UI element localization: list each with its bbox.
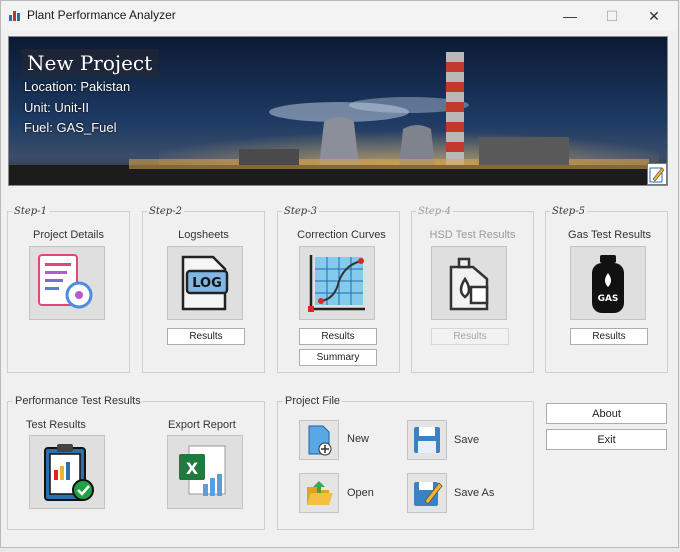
logsheets-results-button[interactable]: Results (167, 328, 245, 345)
step-2-title: Logsheets (178, 229, 229, 241)
correction-summary-button[interactable]: Summary (299, 349, 377, 366)
new-label: New (347, 433, 370, 445)
excel-export-icon: X (179, 445, 226, 496)
save-label: Save (454, 434, 480, 446)
test-results-button[interactable] (29, 435, 105, 509)
main-window: Plant Performance Analyzer — ☐ ✕ New Pro… (0, 0, 679, 548)
test-results-label: Test Results (26, 419, 86, 431)
log-icon-text: LOG (192, 276, 222, 291)
maximize-icon: ☐ (605, 7, 619, 24)
save-disk-icon (414, 427, 440, 453)
project-details-button[interactable] (29, 246, 105, 320)
project-unit: Unit: Unit-II (24, 100, 90, 115)
step-5-label: Step-5 (550, 206, 587, 217)
step-5-title: Gas Test Results (568, 229, 651, 241)
fuel-can-icon (449, 257, 489, 311)
export-report-button[interactable]: X (167, 435, 243, 509)
step-1-title: Project Details (33, 229, 104, 241)
title-bar: Plant Performance Analyzer — ☐ ✕ (1, 1, 678, 31)
performance-group-label: Performance Test Results (13, 395, 143, 407)
step-1-label: Step-1 (12, 206, 49, 217)
step-3-title: Correction Curves (297, 229, 386, 241)
close-icon: ✕ (648, 7, 660, 24)
export-report-label: Export Report (168, 419, 236, 431)
pencil-icon (649, 167, 665, 183)
close-button[interactable]: ✕ (631, 1, 677, 31)
logsheets-button[interactable]: LOG (167, 246, 243, 320)
open-label: Open (347, 487, 374, 499)
new-file-icon (308, 425, 332, 456)
minimize-icon: — (563, 8, 577, 24)
save-as-icon (414, 482, 443, 506)
project-location: Location: Pakistan (24, 79, 131, 94)
app-icon (9, 11, 20, 21)
step-4-label: Step-4 (416, 206, 453, 217)
clipboard-report-icon (44, 444, 94, 501)
maximize-button[interactable]: ☐ (589, 1, 635, 31)
open-folder-icon (307, 481, 333, 505)
gas-results-button[interactable]: Results (570, 328, 648, 345)
project-fuel: Fuel: GAS_Fuel (24, 120, 117, 135)
project-banner: New Project Location: Pakistan Unit: Uni… (8, 36, 668, 186)
edit-project-button[interactable] (647, 163, 667, 185)
step-3-label: Step-3 (282, 206, 319, 217)
minimize-button[interactable]: — (547, 1, 593, 31)
gas-cylinder-icon: GAS (592, 255, 624, 313)
hsd-results-button[interactable]: Results (431, 328, 509, 345)
new-project-button[interactable] (299, 420, 339, 460)
correction-results-button[interactable]: Results (299, 328, 377, 345)
log-icon: LOG (181, 255, 229, 311)
hsd-test-results-button[interactable] (431, 246, 507, 320)
step-2-label: Step-2 (147, 206, 184, 217)
exit-button[interactable]: Exit (546, 429, 667, 450)
project-name: New Project (21, 49, 159, 77)
save-project-button[interactable] (407, 420, 447, 460)
chart-curve-icon (308, 255, 365, 312)
about-button[interactable]: About (546, 403, 667, 424)
open-project-button[interactable] (299, 473, 339, 513)
step-4-title: HSD Test Results (429, 229, 516, 241)
save-as-button[interactable] (407, 473, 447, 513)
window-title: Plant Performance Analyzer (27, 8, 176, 22)
gas-icon-text: GAS (598, 294, 619, 304)
save-as-label: Save As (454, 487, 495, 499)
project-file-group-label: Project File (283, 395, 343, 407)
svg-text:X: X (186, 459, 199, 478)
project-details-icon (38, 254, 93, 309)
correction-curves-button[interactable] (299, 246, 375, 320)
gas-test-results-button[interactable]: GAS (570, 246, 646, 320)
